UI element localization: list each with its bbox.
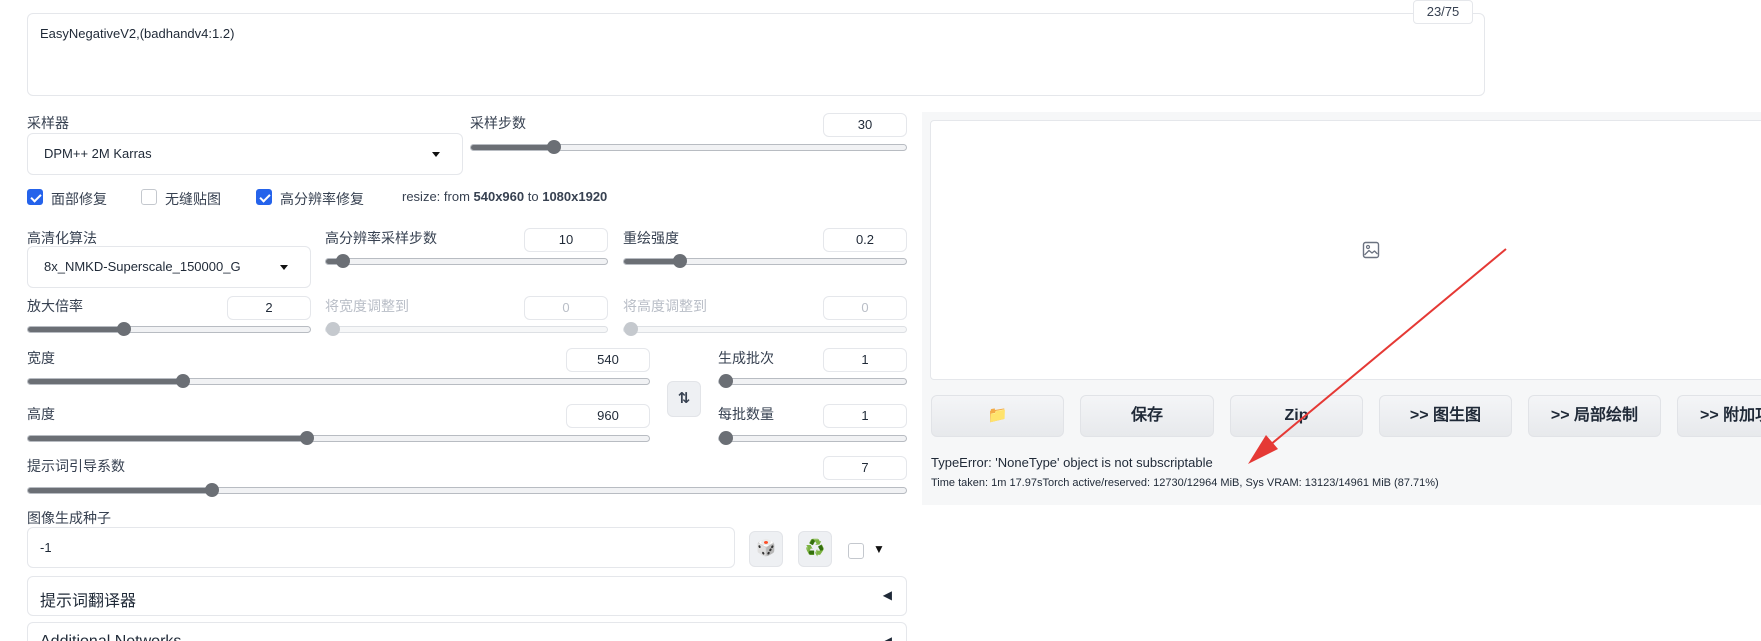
resize-mid: to (524, 189, 543, 204)
send-to-extras-button[interactable]: >> 附加功能 (1677, 395, 1761, 437)
resize-width-input[interactable]: 0 (524, 296, 608, 320)
save-button[interactable]: 保存 (1080, 395, 1214, 437)
batch-size-slider[interactable] (718, 431, 907, 445)
resize-from: 540x960 (473, 189, 525, 204)
slider-thumb[interactable] (624, 322, 638, 336)
accordion-prompt-translator[interactable]: 提示词翻译器 ◀ (27, 576, 907, 616)
time-taken-info: Time taken: 1m 17.97sTorch active/reserv… (931, 477, 1439, 489)
upscale-by-slider[interactable] (27, 322, 311, 336)
folder-icon: 📁 (987, 407, 1008, 424)
accordion-label: Additional Networks (40, 633, 181, 641)
slider-thumb[interactable] (326, 322, 340, 336)
batch-count-label: 生成批次 (718, 350, 774, 366)
cfg-scale-label: 提示词引导系数 (27, 458, 125, 474)
batch-count-slider[interactable] (718, 374, 907, 388)
resize-to: 1080x1920 (542, 189, 608, 204)
recycle-icon: ♻️ (805, 540, 825, 557)
slider-thumb[interactable] (300, 431, 314, 445)
steps-slider[interactable] (470, 140, 907, 154)
random-seed-button[interactable]: 🎲 (749, 531, 783, 567)
resize-width-slider[interactable] (325, 322, 608, 336)
height-input[interactable]: 960 (566, 404, 650, 428)
upscale-by-label: 放大倍率 (27, 298, 83, 314)
batch-size-label: 每批数量 (718, 406, 774, 422)
send-to-inpaint-button[interactable]: >> 局部绘制 (1528, 395, 1661, 437)
red-annotation-arrow (1248, 248, 1507, 464)
slider-fill (28, 379, 183, 384)
error-message: TypeError: 'NoneType' object is not subs… (931, 455, 1213, 470)
face-restore-checkbox[interactable] (27, 189, 43, 205)
hires-steps-input[interactable]: 10 (524, 228, 608, 252)
slider-thumb[interactable] (336, 254, 350, 268)
cfg-scale-slider[interactable] (27, 483, 907, 497)
negative-prompt-text: EasyNegativeV2,(badhandv4:1.2) (40, 26, 235, 41)
tiling-checkbox[interactable] (141, 189, 157, 205)
sampler-select[interactable]: DPM++ 2M Karras (27, 133, 463, 175)
dice-icon: 🎲 (756, 540, 776, 557)
resize-height-label: 将高度调整到 (623, 298, 707, 314)
width-slider[interactable] (27, 374, 650, 388)
slider-thumb[interactable] (719, 431, 733, 445)
steps-label: 采样步数 (470, 115, 526, 131)
slider-thumb[interactable] (205, 483, 219, 497)
seed-label: 图像生成种子 (27, 510, 111, 526)
slider-fill (624, 259, 680, 264)
slider-fill (28, 436, 307, 441)
slider-fill (28, 327, 124, 332)
upscaler-select[interactable]: 8x_NMKD-Superscale_150000_G (27, 246, 311, 288)
resize-prefix: resize: from (402, 189, 474, 204)
seed-input[interactable]: -1 (27, 527, 735, 568)
resize-height-slider[interactable] (623, 322, 907, 336)
face-restore-label: 面部修复 (51, 191, 107, 207)
height-label: 高度 (27, 406, 55, 422)
chevron-down-icon (432, 152, 440, 157)
steps-input[interactable]: 30 (823, 113, 907, 137)
slider-fill (471, 145, 554, 150)
sampler-value: DPM++ 2M Karras (44, 146, 152, 161)
resize-width-label: 将宽度调整到 (325, 298, 409, 314)
slider-thumb[interactable] (117, 322, 131, 336)
chevron-left-icon: ◀ (882, 588, 892, 602)
slider-thumb[interactable] (719, 374, 733, 388)
open-folder-button[interactable]: 📁 (931, 395, 1064, 437)
extra-seed-toggle-icon[interactable]: ▼ (873, 542, 885, 556)
denoise-input[interactable]: 0.2 (823, 228, 907, 252)
seed-value: -1 (40, 540, 52, 555)
cfg-scale-input[interactable]: 7 (823, 456, 907, 480)
slider-thumb[interactable] (673, 254, 687, 268)
accordion-additional-networks[interactable]: Additional Networks ◀ (27, 622, 907, 641)
reuse-seed-button[interactable]: ♻️ (798, 531, 832, 567)
denoise-slider[interactable] (623, 254, 907, 268)
chevron-down-icon (280, 265, 288, 270)
hires-steps-slider[interactable] (325, 254, 608, 268)
denoise-label: 重绘强度 (623, 230, 679, 246)
slider-fill (28, 488, 212, 493)
width-input[interactable]: 540 (566, 348, 650, 372)
accordion-label: 提示词翻译器 (40, 593, 137, 610)
upscaler-label: 高清化算法 (27, 230, 97, 246)
negative-prompt-textarea[interactable] (27, 13, 1485, 96)
chevron-left-icon: ◀ (882, 634, 892, 641)
hires-fix-label: 高分辨率修复 (280, 191, 364, 207)
height-slider[interactable] (27, 431, 650, 445)
hires-fix-checkbox[interactable] (256, 189, 272, 205)
resize-height-input[interactable]: 0 (823, 296, 907, 320)
token-counter: 23/75 (1413, 0, 1473, 24)
swap-vertical-icon: ⇅ (677, 390, 691, 407)
upscaler-value: 8x_NMKD-Superscale_150000_G (44, 259, 241, 274)
batch-count-input[interactable]: 1 (823, 348, 907, 372)
swap-dimensions-button[interactable]: ⇅ (667, 381, 701, 417)
hires-steps-label: 高分辨率采样步数 (325, 230, 437, 246)
extra-seed-checkbox[interactable] (848, 543, 864, 559)
width-label: 宽度 (27, 350, 55, 366)
sampler-label: 采样器 (27, 115, 69, 131)
upscale-by-input[interactable]: 2 (227, 296, 311, 320)
slider-thumb[interactable] (547, 140, 561, 154)
tiling-label: 无缝贴图 (165, 191, 221, 207)
batch-size-input[interactable]: 1 (823, 404, 907, 428)
resize-info: resize: from 540x960 to 1080x1920 (402, 189, 607, 204)
slider-thumb[interactable] (176, 374, 190, 388)
